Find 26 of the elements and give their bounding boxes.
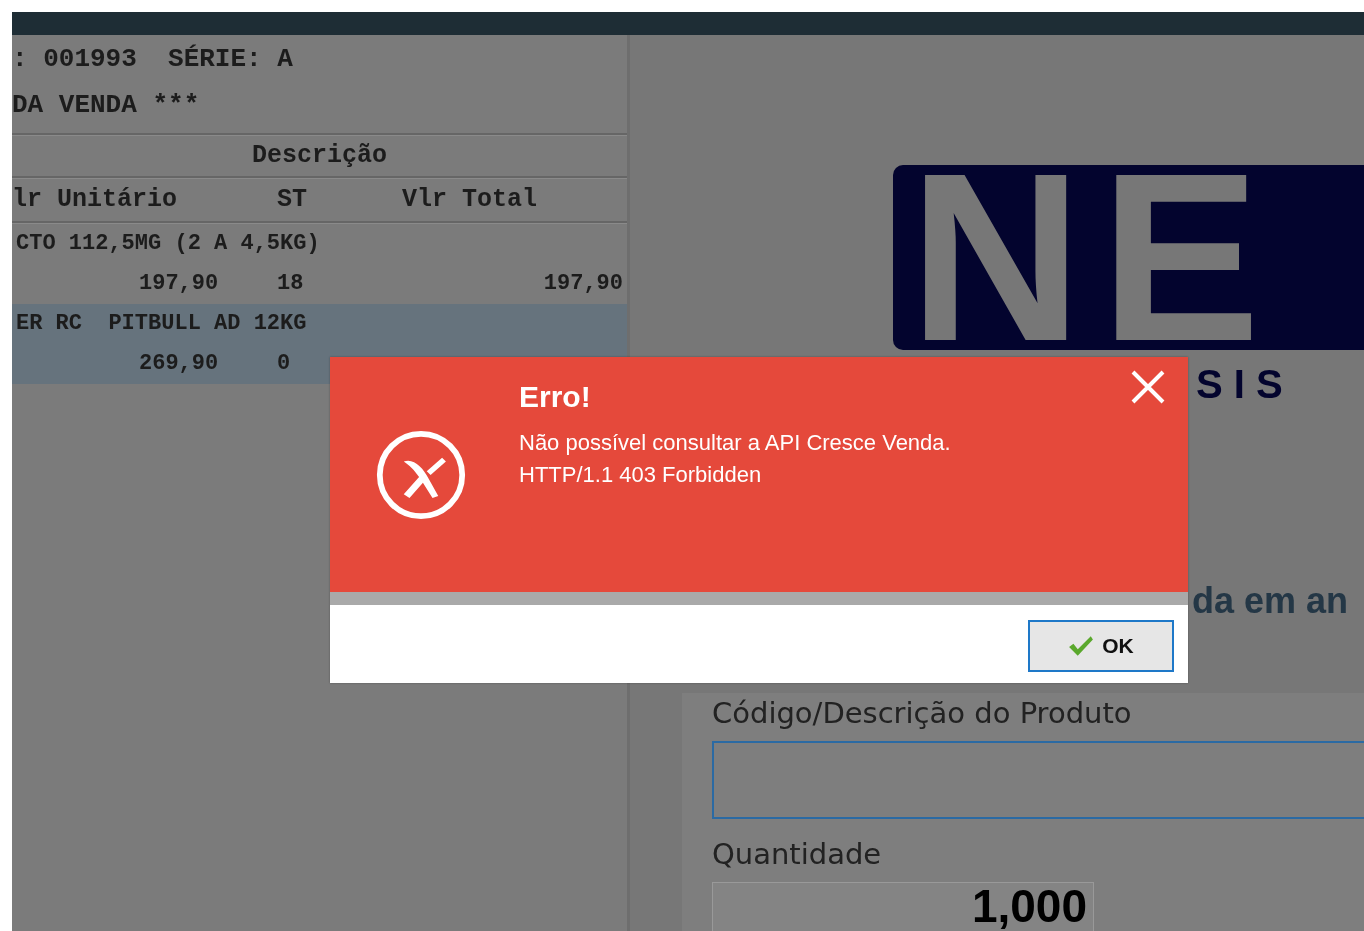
receipt-header-text: DA VENDA ***	[12, 89, 201, 122]
quantity-field[interactable]: 1,000	[712, 882, 1094, 931]
receipt-item-row[interactable]: CTO 112,5MG (2 A 4,5KG) 197,90 18 197,90	[12, 224, 627, 304]
tax-code: 0	[277, 350, 292, 378]
item-total: 197,90	[543, 270, 623, 298]
column-header: Descrição	[252, 141, 387, 170]
unit-price: 269,90	[139, 350, 220, 378]
logo-text: NE	[909, 165, 1279, 350]
column-header: ST	[277, 184, 308, 216]
item-description: CTO 112,5MG (2 A 4,5KG)	[16, 230, 320, 258]
input-field[interactable]	[712, 741, 1364, 819]
logo-subtitle: S I S	[1196, 362, 1284, 406]
field-label: Código/Descrição do Produto	[712, 695, 1133, 732]
error-icon	[375, 429, 467, 521]
item-description: ER RC PITBULL AD 12KG	[16, 310, 307, 338]
field-label: Quantidade	[712, 836, 883, 873]
close-icon[interactable]	[1130, 369, 1166, 405]
banner-text: da em an	[1192, 579, 1350, 623]
unit-price: 197,90	[139, 270, 220, 298]
receipt-header-text: : 001993 SÉRIE: A	[12, 43, 294, 76]
column-header: lr Unitário	[12, 184, 179, 216]
ok-button[interactable]: OK	[1028, 620, 1174, 672]
check-icon	[1068, 635, 1095, 657]
error-message: Não possível consultar a API Cresce Venda. HTTP/1.1 403 Forbidden	[519, 429, 951, 489]
column-header: Vlr Total	[402, 184, 538, 216]
tax-code: 18	[277, 270, 305, 298]
